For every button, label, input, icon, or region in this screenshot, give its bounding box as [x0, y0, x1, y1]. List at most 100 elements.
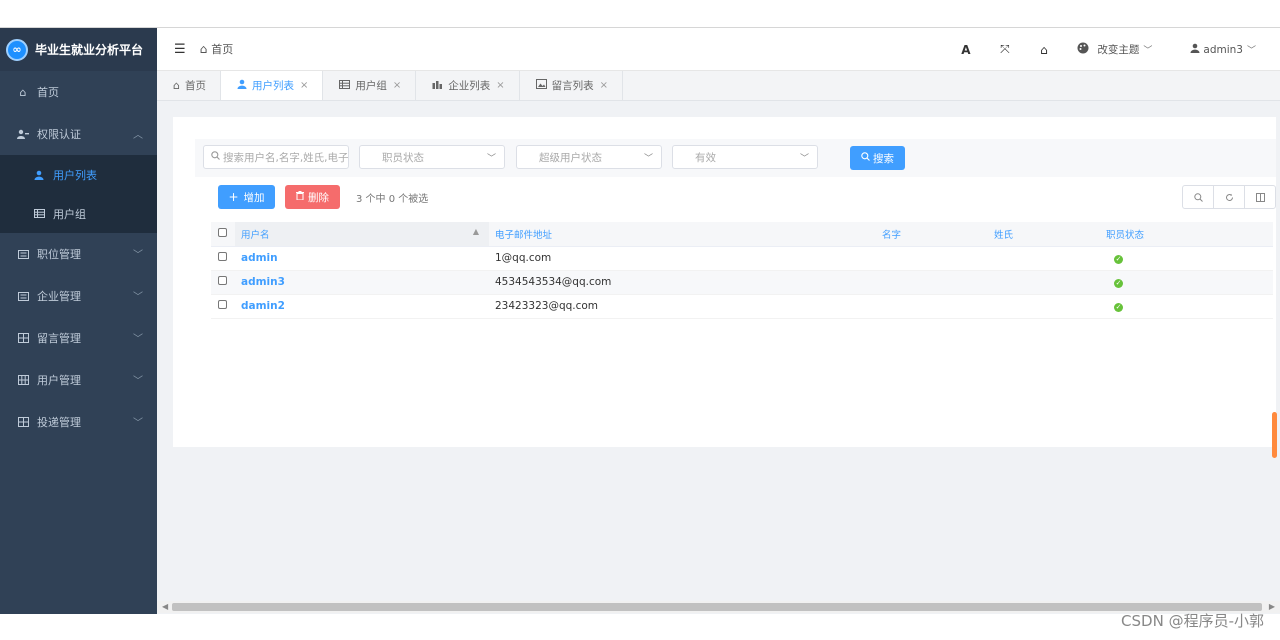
- close-icon[interactable]: ×: [600, 80, 608, 91]
- sidebar-item-delivery-management[interactable]: 投递管理 ﹀: [0, 401, 157, 443]
- sidebar-item-label: 首页: [37, 86, 59, 99]
- check-circle-icon: ✓: [1114, 279, 1123, 288]
- columns-icon[interactable]: [1244, 185, 1276, 209]
- tab-company-list[interactable]: 企业列表 ×: [416, 71, 520, 100]
- col-username[interactable]: 用户名 ▲: [235, 222, 489, 247]
- sidebar-item-user-group[interactable]: 用户组: [0, 194, 157, 233]
- submenu-auth: 用户列表 用户组: [0, 155, 157, 233]
- image-icon: [535, 79, 547, 92]
- job-status-placeholder: 职员状态: [382, 151, 424, 164]
- check-circle-icon: ✓: [1114, 303, 1123, 312]
- sidebar-item-job-management[interactable]: 职位管理 ﹀: [0, 233, 157, 275]
- sidebar-item-label: 企业管理: [37, 290, 81, 303]
- active-select[interactable]: 有效 ﹀: [672, 145, 818, 169]
- user-list-card: 搜索用户名,名字,姓氏,电子 职员状态 ﹀ 超级用户状态 ﹀ 有效 ﹀ 搜索 +…: [173, 117, 1276, 447]
- sidebar-item-company-management[interactable]: 企业管理 ﹀: [0, 275, 157, 317]
- email-cell: 4534543534@qq.com: [489, 270, 876, 295]
- row-select-cell: [211, 270, 235, 295]
- first-name-cell: [876, 246, 988, 271]
- active-placeholder: 有效: [695, 151, 716, 164]
- table-row: damin2 23423323@qq.com ✓: [211, 294, 1273, 319]
- user-name: admin3: [1203, 43, 1243, 56]
- search-icon: [211, 151, 220, 163]
- tab-label: 企业列表: [448, 80, 491, 92]
- watermark: CSDN @程序员-小郭: [1121, 612, 1264, 630]
- tab-user-list[interactable]: 用户列表 ×: [220, 71, 324, 100]
- chevron-down-icon: ﹀: [643, 154, 653, 164]
- list-icon: [17, 290, 29, 302]
- plus-icon: +: [228, 190, 239, 204]
- logo-bar[interactable]: ∞ 毕业生就业分析平台: [0, 28, 157, 71]
- sidebar-item-label: 用户管理: [37, 374, 81, 387]
- row-checkbox[interactable]: [218, 276, 227, 285]
- home-icon[interactable]: ⌂: [1024, 43, 1063, 57]
- col-last-name[interactable]: 姓氏: [988, 222, 1100, 247]
- sidebar-item-auth[interactable]: 权限认证 ︿: [0, 113, 157, 155]
- sidebar-item-message-management[interactable]: 留言管理 ﹀: [0, 317, 157, 359]
- tab-message-list[interactable]: 留言列表 ×: [520, 71, 624, 100]
- row-checkbox[interactable]: [218, 252, 227, 261]
- sidebar-item-home[interactable]: ⌂ 首页: [0, 71, 157, 113]
- grid-icon: [17, 416, 29, 428]
- navbar-right: A ⤧ ⌂ 改变主题 ﹀ admin3 ﹀: [946, 28, 1280, 71]
- col-email[interactable]: 电子邮件地址: [489, 222, 876, 247]
- close-icon[interactable]: ×: [300, 80, 308, 91]
- tab-label: 留言列表: [551, 80, 594, 92]
- username-link[interactable]: admin: [241, 252, 278, 264]
- search-button[interactable]: 搜索: [850, 146, 905, 170]
- chevron-down-icon: ﹀: [486, 154, 496, 164]
- chevron-up-icon: ︿: [133, 130, 143, 141]
- job-status-select[interactable]: 职员状态 ﹀: [359, 145, 505, 169]
- close-icon[interactable]: ×: [496, 80, 504, 91]
- search-icon: [861, 152, 870, 164]
- horizontal-scrollbar[interactable]: ◀ ▶: [157, 601, 1280, 613]
- staff-status-cell: ✓: [1100, 246, 1273, 271]
- breadcrumb: ⌂ 首页: [200, 41, 234, 57]
- vertical-scroll-thumb[interactable]: [1272, 412, 1277, 458]
- tab-home[interactable]: ⌂ 首页: [157, 71, 221, 100]
- sidebar-item-user-list[interactable]: 用户列表: [0, 155, 157, 194]
- col-first-name[interactable]: 名字: [876, 222, 988, 247]
- username-link[interactable]: admin3: [241, 276, 285, 288]
- username-link[interactable]: damin2: [241, 300, 285, 312]
- staff-status-cell: ✓: [1100, 294, 1273, 319]
- horizontal-scroll-thumb[interactable]: [172, 603, 1262, 611]
- chevron-down-icon: ﹀: [133, 250, 143, 261]
- theme-label: 改变主题: [1097, 44, 1140, 56]
- add-button[interactable]: + 增加: [218, 185, 275, 209]
- chevron-down-icon: ﹀: [1246, 46, 1256, 56]
- hamburger-menu-icon[interactable]: ☰: [174, 42, 186, 57]
- chevron-down-icon: ﹀: [133, 376, 143, 387]
- search-toggle-icon[interactable]: [1182, 185, 1214, 209]
- row-select-cell: [211, 294, 235, 319]
- last-name-cell: [988, 270, 1100, 295]
- superuser-status-select[interactable]: 超级用户状态 ﹀: [516, 145, 662, 169]
- search-input[interactable]: 搜索用户名,名字,姓氏,电子: [203, 145, 349, 169]
- row-select-cell: [211, 246, 235, 271]
- breadcrumb-home[interactable]: 首页: [211, 41, 233, 57]
- delete-button[interactable]: 删除: [285, 185, 340, 209]
- sort-asc-icon[interactable]: ▲: [473, 227, 479, 236]
- theme-switcher[interactable]: 改变主题 ﹀: [1077, 42, 1152, 57]
- fullscreen-icon[interactable]: ⤧: [985, 42, 1024, 57]
- scroll-right-icon[interactable]: ▶: [1269, 602, 1275, 611]
- main-content: 搜索用户名,名字,姓氏,电子 职员状态 ﹀ 超级用户状态 ﹀ 有效 ﹀ 搜索 +…: [157, 101, 1280, 614]
- col-staff-status[interactable]: 职员状态: [1100, 222, 1273, 247]
- user-menu[interactable]: admin3 ﹀: [1190, 43, 1256, 56]
- table-icon: [33, 208, 45, 220]
- select-all-checkbox[interactable]: [218, 227, 227, 237]
- sidebar-item-label: 职位管理: [37, 248, 81, 261]
- select-all-cell: [211, 222, 235, 247]
- close-icon[interactable]: ×: [393, 80, 401, 91]
- font-size-icon[interactable]: A: [946, 43, 985, 57]
- table-header-row: 用户名 ▲ 电子邮件地址 名字 姓氏 职员状态: [211, 222, 1273, 247]
- palette-icon: [1077, 42, 1089, 57]
- row-checkbox[interactable]: [218, 300, 227, 309]
- sidebar-item-user-management[interactable]: 用户管理 ﹀: [0, 359, 157, 401]
- tab-user-group[interactable]: 用户组 ×: [323, 71, 417, 100]
- grid-icon: [17, 374, 29, 386]
- app-title: 毕业生就业分析平台: [35, 43, 144, 57]
- scroll-left-icon[interactable]: ◀: [162, 602, 168, 611]
- add-button-label: 增加: [243, 191, 265, 204]
- refresh-icon[interactable]: [1213, 185, 1245, 209]
